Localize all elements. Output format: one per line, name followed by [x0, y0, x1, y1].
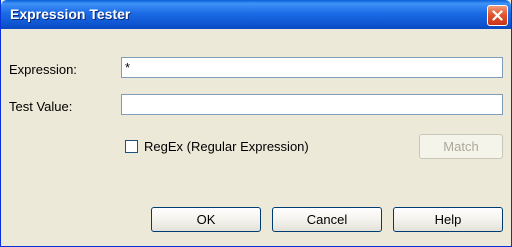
close-icon: [492, 10, 503, 21]
cancel-button[interactable]: Cancel: [272, 207, 382, 232]
regex-checkbox-label: RegEx (Regular Expression): [144, 138, 309, 154]
expression-tester-dialog: Expression Tester Expression: * Test Val…: [0, 0, 512, 247]
regex-checkbox-row[interactable]: RegEx (Regular Expression): [125, 137, 309, 155]
help-button[interactable]: Help: [393, 207, 503, 232]
test-value-label: Test Value:: [9, 99, 73, 114]
regex-checkbox[interactable]: [125, 139, 138, 153]
expression-input[interactable]: *: [121, 57, 503, 78]
title-bar[interactable]: Expression Tester: [1, 0, 511, 29]
expression-label: Expression:: [9, 62, 77, 77]
match-button[interactable]: Match: [419, 134, 503, 159]
test-value-input[interactable]: [121, 94, 503, 115]
expression-input-value: *: [125, 60, 131, 75]
close-button[interactable]: [487, 5, 508, 26]
ok-button[interactable]: OK: [151, 207, 261, 232]
window-title: Expression Tester: [10, 6, 131, 22]
